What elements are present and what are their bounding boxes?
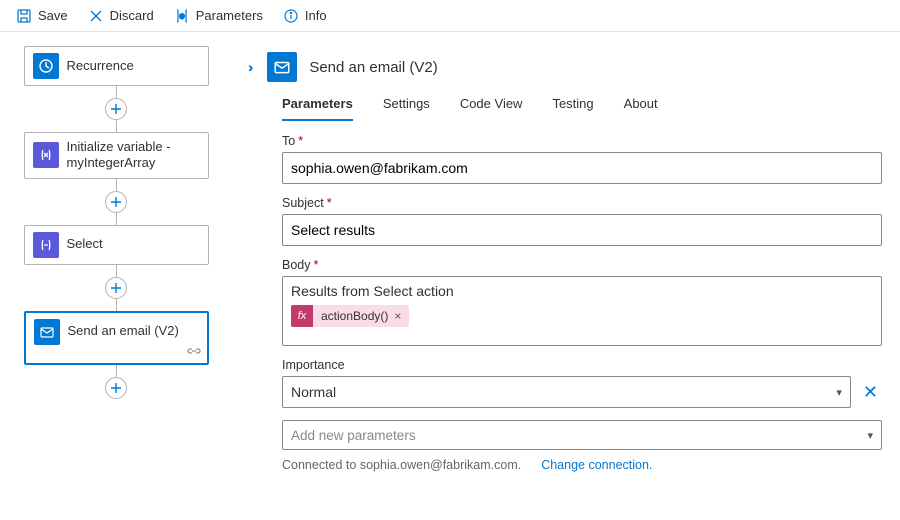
body-text: Results from Select action [291,283,873,299]
connection-icon [187,345,201,359]
add-step-button[interactable] [105,98,127,120]
subject-label: Subject* [282,196,882,210]
save-icon [16,8,32,24]
connector-line [116,213,117,225]
tab-about[interactable]: About [624,96,658,121]
panel-tabs: Parameters Settings Code View Testing Ab… [242,94,886,122]
to-label: To* [282,134,882,148]
select-icon [33,232,59,258]
properties-panel: ›› Send an email (V2) Parameters Setting… [242,32,900,520]
discard-icon [88,8,104,24]
outlook-icon [267,52,297,82]
chevron-down-icon: ▾ [867,429,873,442]
info-label: Info [305,8,327,23]
tab-testing[interactable]: Testing [552,96,593,121]
step-select[interactable]: Select [24,225,209,265]
add-step-button[interactable] [105,277,127,299]
token-label: actionBody() [313,309,394,323]
info-button[interactable]: Info [273,4,337,28]
token-remove-button[interactable]: × [394,309,409,323]
discard-button[interactable]: Discard [78,4,164,28]
step-recurrence[interactable]: Recurrence [24,46,209,86]
connector-line [116,120,117,132]
step-title: Initialize variable - myIntegerArray [67,139,200,172]
parameters-icon: @ [174,8,190,24]
connection-status: Connected to sophia.owen@fabrikam.com. [282,458,521,472]
add-parameters-placeholder: Add new parameters [291,428,416,443]
discard-label: Discard [110,8,154,23]
fx-icon: fx [291,305,313,327]
connector-line [116,265,117,277]
panel-title: Send an email (V2) [309,59,437,76]
expression-token[interactable]: fx actionBody() × [291,305,409,327]
tab-parameters[interactable]: Parameters [282,96,353,121]
tab-code-view[interactable]: Code View [460,96,523,121]
subject-input[interactable] [282,214,882,246]
step-title: Select [67,236,103,252]
body-label: Body* [282,258,882,272]
info-icon [283,8,299,24]
importance-label: Importance [282,358,882,372]
change-connection-link[interactable]: Change connection. [541,458,652,472]
importance-select[interactable]: Normal ▾ [282,376,851,408]
parameters-button[interactable]: @ Parameters [164,4,273,28]
body-input[interactable]: Results from Select action fx actionBody… [282,276,882,346]
variable-icon [33,142,59,168]
collapse-panel-button[interactable]: ›› [242,57,255,77]
add-step-button[interactable] [105,377,127,399]
connector-line [116,86,117,98]
step-initialize-variable[interactable]: Initialize variable - myIntegerArray [24,132,209,179]
recurrence-icon [33,53,59,79]
add-parameters-select[interactable]: Add new parameters ▾ [282,420,882,450]
connector-line [116,365,117,377]
connector-line [116,179,117,191]
parameters-label: Parameters [196,8,263,23]
to-input[interactable] [282,152,882,184]
connector-line [116,299,117,311]
save-label: Save [38,8,68,23]
importance-value: Normal [291,384,336,400]
clear-importance-button[interactable]: ✕ [859,382,882,403]
command-bar: Save Discard @ Parameters Info [0,0,900,32]
step-send-email[interactable]: Send an email (V2) [24,311,209,365]
tab-settings[interactable]: Settings [383,96,430,121]
svg-text:@: @ [179,14,184,20]
save-button[interactable]: Save [6,4,78,28]
chevron-down-icon: ▾ [836,386,842,399]
step-title: Recurrence [67,58,134,74]
outlook-icon [34,319,60,345]
add-step-button[interactable] [105,191,127,213]
step-title: Send an email (V2) [68,323,179,339]
workflow-designer: Recurrence Initialize variable - myInteg… [0,32,242,520]
